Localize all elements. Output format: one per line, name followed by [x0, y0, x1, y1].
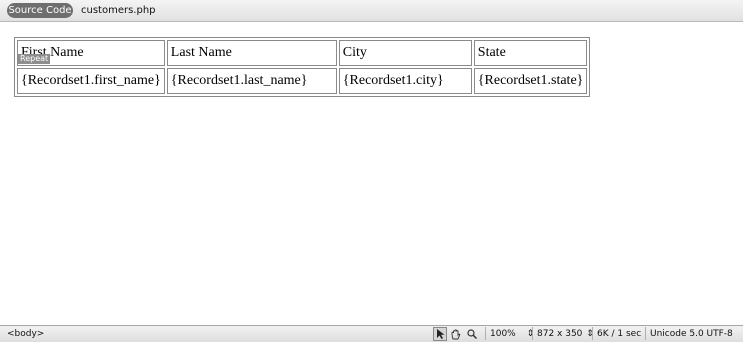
cell-state[interactable]: {Recordset1.state}	[473, 68, 588, 94]
separator	[645, 327, 646, 340]
encoding-label: Unicode 5.0 UTF-8	[650, 329, 733, 339]
pointer-icon[interactable]	[433, 327, 447, 341]
related-file-tab[interactable]: customers.php	[81, 4, 156, 18]
recordset-table[interactable]: First Name Repeat Last Name City State {…	[14, 37, 591, 97]
zoom-icon[interactable]	[465, 327, 479, 341]
table-row: {Recordset1.first_name} {Recordset1.last…	[17, 68, 588, 94]
tag-selector-body[interactable]: <body>	[7, 328, 44, 340]
table-header-row: First Name Repeat Last Name City State	[17, 40, 588, 66]
separator	[592, 327, 593, 340]
header-first-name[interactable]: First Name Repeat	[17, 40, 165, 66]
chevron-updown-icon: ⇕	[526, 329, 535, 339]
window-size-value: 872 x 350	[537, 329, 583, 339]
header-last-name[interactable]: Last Name	[166, 40, 337, 66]
separator	[532, 327, 533, 340]
cell-city[interactable]: {Recordset1.city}	[338, 68, 472, 94]
hand-icon[interactable]	[449, 327, 463, 341]
document-toolbar: Source Code customers.php	[0, 0, 743, 22]
header-city[interactable]: City	[338, 40, 472, 66]
status-bar: <body> 100% ⇕ 872 x 350 ⇕ 6K / 1 sec Uni…	[0, 325, 743, 342]
header-state[interactable]: State	[473, 40, 588, 66]
zoom-value: 100%	[490, 329, 516, 339]
source-code-tab[interactable]: Source Code	[7, 3, 73, 18]
window-size-select[interactable]: 872 x 350 ⇕	[537, 328, 594, 340]
cell-first-name[interactable]: {Recordset1.first_name}	[17, 68, 165, 94]
design-view[interactable]: First Name Repeat Last Name City State {…	[0, 22, 743, 325]
download-size: 6K / 1 sec	[597, 329, 642, 339]
repeat-region-tag[interactable]: Repeat	[18, 54, 51, 64]
cell-last-name[interactable]: {Recordset1.last_name}	[166, 68, 337, 94]
zoom-select[interactable]: 100% ⇕	[490, 328, 534, 340]
separator	[485, 327, 486, 340]
